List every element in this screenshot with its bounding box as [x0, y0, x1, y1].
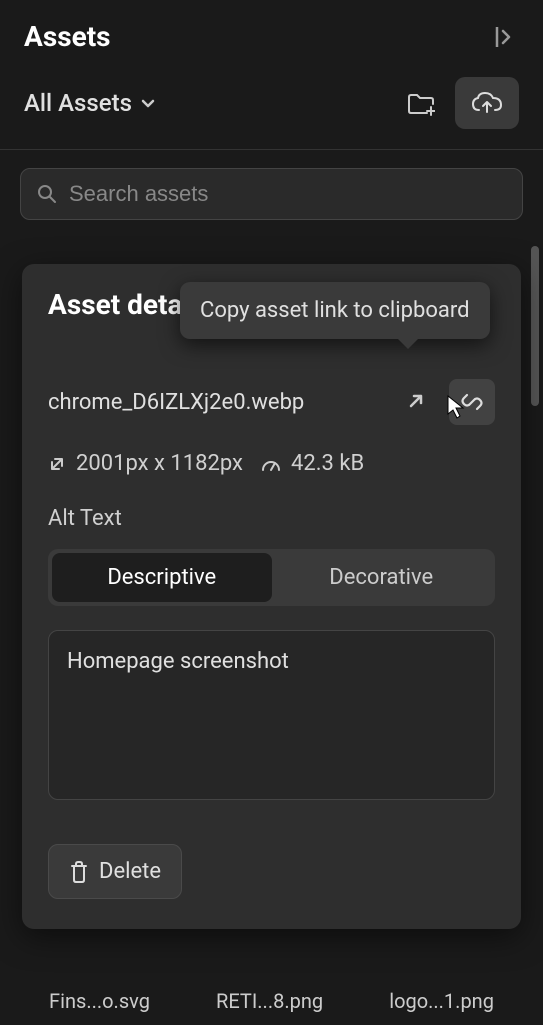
page-title: Assets — [24, 20, 111, 53]
search-box[interactable] — [20, 168, 523, 220]
cloud-upload-icon — [471, 90, 503, 116]
folder-plus-icon — [407, 90, 435, 116]
asset-details-panel: Asset details chrome_D6IZLXj2e0.webp 200… — [22, 264, 521, 929]
dimensions-icon — [48, 455, 66, 473]
dimensions-value: 2001px x 1182px — [76, 451, 243, 476]
chevron-down-icon — [140, 95, 156, 111]
thumbnail-label[interactable]: logo...1.png — [389, 989, 494, 1013]
copy-link-button[interactable] — [449, 379, 495, 425]
tab-decorative[interactable]: Decorative — [272, 553, 492, 602]
tab-descriptive[interactable]: Descriptive — [52, 553, 272, 602]
panel-collapse-icon — [495, 25, 515, 49]
filesize-value: 42.3 kB — [291, 451, 364, 476]
search-icon — [37, 184, 57, 204]
delete-button-label: Delete — [99, 859, 161, 884]
alt-text-input[interactable] — [48, 630, 495, 800]
trash-icon — [69, 861, 89, 883]
upload-button[interactable] — [455, 77, 519, 129]
thumbnail-label[interactable]: RETI...8.png — [216, 989, 323, 1013]
gauge-icon — [261, 455, 281, 473]
external-link-icon — [405, 392, 425, 412]
tooltip: Copy asset link to clipboard — [180, 282, 490, 339]
new-folder-button[interactable] — [399, 81, 443, 125]
folder-dropdown[interactable]: All Assets — [24, 89, 156, 117]
filesize-info: 42.3 kB — [261, 451, 364, 476]
link-icon — [461, 391, 483, 413]
scrollbar[interactable] — [531, 246, 539, 406]
dimensions-info: 2001px x 1182px — [48, 451, 243, 476]
asset-filename: chrome_D6IZLXj2e0.webp — [48, 390, 381, 415]
alt-text-tabs: Descriptive Decorative — [48, 549, 495, 606]
thumbnail-label[interactable]: Fins...o.svg — [49, 989, 150, 1013]
search-input[interactable] — [69, 181, 506, 207]
alt-text-label: Alt Text — [48, 506, 495, 531]
folder-dropdown-label: All Assets — [24, 89, 132, 117]
collapse-panel-button[interactable] — [491, 21, 519, 53]
open-external-button[interactable] — [395, 382, 435, 422]
delete-button[interactable]: Delete — [48, 844, 182, 899]
